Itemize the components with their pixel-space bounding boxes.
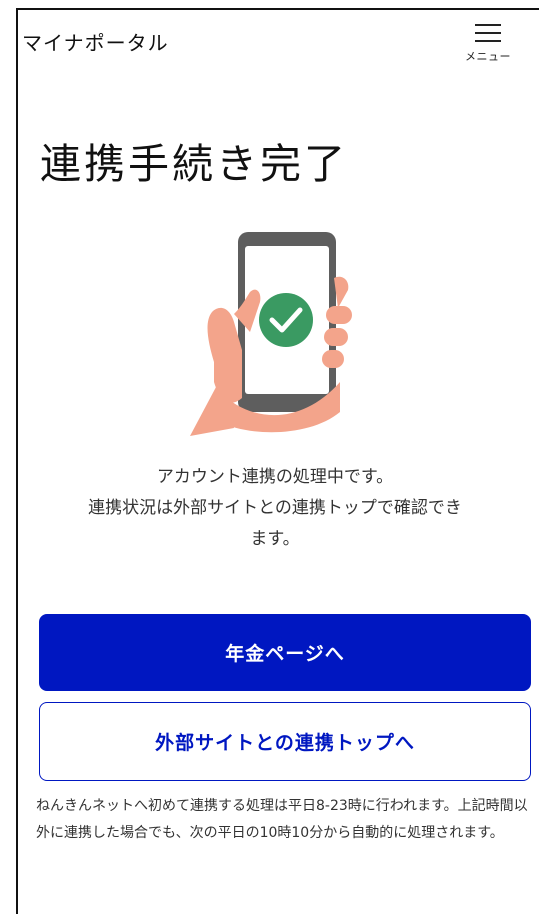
pension-page-button-label: 年金ページへ (225, 643, 345, 665)
frame-border-left (16, 8, 18, 914)
processing-notice: ねんきんネットへ初めて連携する処理は平日8-23時に行われます。上記時間以外に連… (36, 798, 528, 841)
menu-button[interactable]: メニュー (460, 18, 516, 70)
check-circle-icon (259, 293, 313, 347)
status-message-line-1: アカウント連携の処理中です。 (156, 467, 394, 487)
page-title: 連携手続き完了 (40, 140, 348, 188)
phone-check-illustration (190, 232, 352, 436)
pension-page-button[interactable]: 年金ページへ (39, 614, 531, 691)
status-message-line-3: ます。 (250, 529, 300, 549)
hamburger-icon (475, 22, 501, 44)
external-site-link-top-button[interactable]: 外部サイトとの連携トップへ (39, 702, 531, 781)
brand-logo[interactable]: マイナポータル (22, 27, 169, 56)
external-site-link-top-button-label: 外部サイトとの連携トップへ (155, 732, 415, 754)
menu-label: メニュー (465, 50, 511, 63)
status-message-line-2: 連携状況は外部サイトとの連携トップで確認でき (88, 498, 462, 518)
status-message: アカウント連携の処理中です。 連携状況は外部サイトとの連携トップで確認でき ます… (40, 462, 510, 555)
